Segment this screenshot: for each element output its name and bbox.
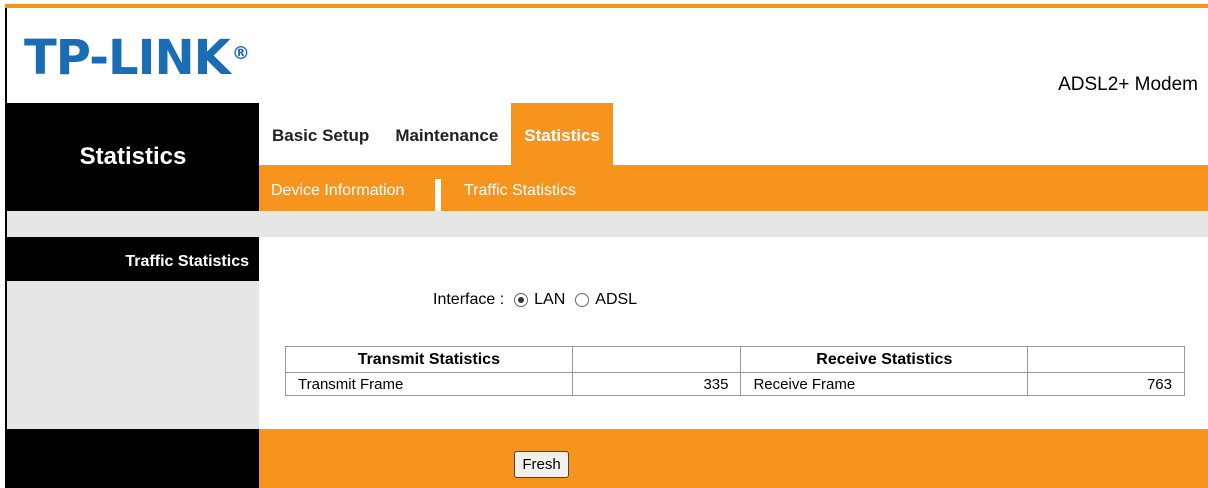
receive-frame-label: Receive Frame xyxy=(740,372,1029,396)
adsl-radio[interactable] xyxy=(575,293,590,307)
transmit-frame-label: Transmit Frame xyxy=(285,372,573,396)
header-cell xyxy=(1027,346,1185,373)
adsl-radio-label[interactable]: ADSL xyxy=(595,291,637,309)
interface-selector: Interface : LAN ADSL xyxy=(433,291,637,309)
interface-label: Interface : xyxy=(433,291,505,308)
table-header-row: Transmit Statistics Receive Statistics xyxy=(285,346,1185,373)
transmit-frame-value: 335 xyxy=(571,372,742,396)
brand-name: TP-LINK xyxy=(24,30,231,86)
header-transmit-statistics: Transmit Statistics xyxy=(285,346,573,373)
lan-radio-label[interactable]: LAN xyxy=(534,291,565,309)
sidebar-body xyxy=(7,281,259,429)
subnav-traffic-statistics[interactable]: Traffic Statistics xyxy=(464,165,576,211)
header: TP-LINK ® ADSL2+ Modem xyxy=(7,8,1208,103)
fresh-button[interactable]: Fresh xyxy=(514,451,569,478)
subnav-divider xyxy=(435,179,441,211)
lan-radio[interactable] xyxy=(514,293,529,307)
section-title: Statistics xyxy=(79,143,187,170)
tab-label: Basic Setup xyxy=(272,126,370,145)
table-row: Transmit Frame 335 Receive Frame 763 xyxy=(285,372,1185,396)
tab-label: Maintenance xyxy=(395,126,499,145)
brand-logo: TP-LINK ® xyxy=(24,34,250,82)
main-tabs: Basic Setup Maintenance Statistics xyxy=(259,103,613,165)
header-cell xyxy=(571,346,742,373)
sidebar-item-traffic-statistics[interactable]: Traffic Statistics xyxy=(7,237,259,281)
registered-mark: ® xyxy=(231,43,250,64)
tab-statistics[interactable]: Statistics xyxy=(511,103,613,165)
sub-navigation: Device Information Traffic Statistics xyxy=(259,165,1208,211)
receive-frame-value: 763 xyxy=(1027,372,1185,396)
model-name: ADSL2+ Modem xyxy=(1058,74,1198,95)
sidebar-spacer xyxy=(7,211,259,237)
traffic-statistics-table: Transmit Statistics Receive Statistics T… xyxy=(285,346,1185,396)
action-bar xyxy=(259,429,1208,488)
tab-basic-setup[interactable]: Basic Setup xyxy=(259,103,382,165)
tab-label: Statistics xyxy=(524,126,600,145)
content-spacer xyxy=(259,211,1208,237)
header-receive-statistics: Receive Statistics xyxy=(740,346,1029,373)
subnav-device-information[interactable]: Device Information xyxy=(271,165,404,211)
tab-maintenance[interactable]: Maintenance xyxy=(382,103,511,165)
sidebar-footer xyxy=(7,429,259,488)
